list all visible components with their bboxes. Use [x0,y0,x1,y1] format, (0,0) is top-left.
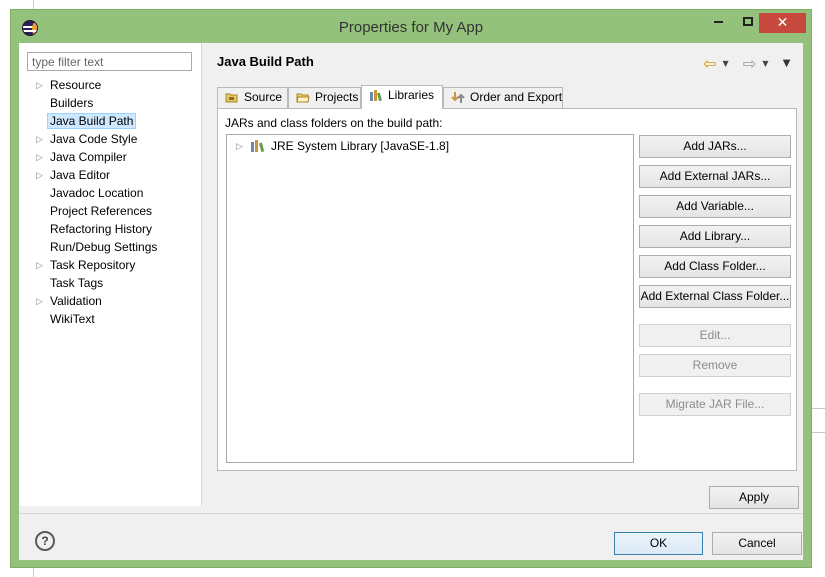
sidebar-item-label: Validation [50,294,102,308]
footer-divider [19,513,803,514]
tab-label: Source [244,90,283,104]
ok-button[interactable]: OK [614,532,703,555]
tab-label: Projects [315,90,359,104]
sidebar-item-label: Task Tags [50,276,104,290]
sidebar-item-refactoring-history[interactable]: Refactoring History [19,220,202,238]
expand-arrow-icon[interactable]: ▷ [36,148,46,166]
sidebar-item-project-references[interactable]: Project References [19,202,202,220]
remove-button[interactable]: Remove [639,354,791,377]
library-icon [251,140,265,152]
expand-arrow-icon[interactable]: ▷ [36,166,46,184]
close-button[interactable]: ✕ [759,13,806,33]
sidebar-item-label: Java Code Style [50,132,138,146]
order-export-icon [451,92,465,103]
sidebar-item-task-repository[interactable]: ▷ Task Repository [19,256,202,274]
expand-arrow-icon[interactable]: ▷ [36,256,46,274]
add-library-button[interactable]: Add Library... [639,225,791,248]
back-arrow-icon[interactable]: ⇦ [703,54,716,73]
sidebar-item-label: Java Build Path [47,113,137,129]
sidebar-item-java-editor[interactable]: ▷ Java Editor [19,166,202,184]
sidebar-item-label: Project References [50,204,153,218]
forward-dropdown-icon[interactable]: ▼ [762,59,768,68]
expand-arrow-icon[interactable]: ▷ [36,76,46,94]
page-navigation: ⇦ ▼ ⇨ ▼ ▼ [703,54,791,73]
maximize-button[interactable] [735,12,761,34]
page-title: Java Build Path [217,54,314,69]
sidebar-item-resource[interactable]: ▷ Resource [19,76,202,94]
sidebar-item-label: Run/Debug Settings [50,240,158,254]
maximize-icon [743,17,753,26]
libraries-icon [370,90,382,102]
view-menu-icon[interactable]: ▼ [783,58,791,69]
sidebar-item-label: WikiText [50,312,95,326]
sidebar-item-label: Javadoc Location [50,186,144,200]
tab-source[interactable]: Source [217,87,288,108]
sidebar-item-run-debug-settings[interactable]: Run/Debug Settings [19,238,202,256]
main-panel: Java Build Path ⇦ ▼ ⇨ ▼ ▼ Source Project… [203,43,803,509]
minimize-button[interactable] [705,12,731,34]
sidebar-item-java-code-style[interactable]: ▷ Java Code Style [19,130,202,148]
add-external-class-folder-button[interactable]: Add External Class Folder... [639,285,791,308]
sidebar-item-label: Refactoring History [50,222,153,236]
sidebar-item-label: Builders [50,96,94,110]
forward-arrow-icon[interactable]: ⇨ [743,54,756,73]
add-jars-button[interactable]: Add JARs... [639,135,791,158]
tab-projects[interactable]: Projects [288,87,361,108]
filter-input[interactable] [27,52,192,71]
preference-sidebar: ▷ResourceBuildersJava Build Path▷Java Co… [19,43,202,506]
sidebar-item-label: Resource [50,78,102,92]
properties-dialog: Properties for My App ✕ ▷ Resource Builder… [10,9,812,568]
sidebar-item-builders[interactable]: Builders [19,94,202,112]
expand-arrow-icon[interactable]: ▷ [36,130,46,148]
library-label: JRE System Library [JavaSE-1.8] [271,139,450,153]
background-window-edge [812,408,825,409]
sidebar-item-validation[interactable]: ▷ Validation [19,292,202,310]
migrate-jar-file-button[interactable]: Migrate JAR File... [639,393,791,416]
help-icon: ? [41,534,49,548]
sidebar-item-java-build-path[interactable]: Java Build Path [19,112,202,130]
tab-label: Libraries [388,88,435,102]
preference-tree: ▷ Resource Builders Java Build Path ▷ Java Co… [19,76,202,328]
edit-button[interactable]: Edit... [639,324,791,347]
background-window-edge [812,432,825,433]
build-path-label: JARs and class folders on the build path… [225,116,443,130]
projects-folder-icon [296,93,310,103]
sidebar-item-task-tags[interactable]: Task Tags [19,274,202,292]
minimize-icon [713,20,723,23]
add-variable-button[interactable]: Add Variable... [639,195,791,218]
expand-arrow-icon[interactable]: ▷ [236,137,243,155]
help-button[interactable]: ? [35,531,55,551]
sidebar-item-javadoc-location[interactable]: Javadoc Location [19,184,202,202]
tab-libraries[interactable]: Libraries [361,85,443,109]
window-title: Properties for My App [338,19,484,36]
add-external-jars-button[interactable]: Add External JARs... [639,165,791,188]
sidebar-item-wikitext[interactable]: WikiText [19,310,202,328]
cancel-button[interactable]: Cancel [712,532,802,555]
expand-arrow-icon[interactable]: ▷ [36,292,46,310]
tab-label: Order and Export [470,90,563,104]
sidebar-item-label: Java Editor [50,168,111,182]
sidebar-item-java-compiler[interactable]: ▷ Java Compiler [19,148,202,166]
title-bar[interactable]: Properties for My App ✕ [11,10,811,43]
tab-order-and-export[interactable]: Order and Export [443,87,563,108]
source-folder-icon [225,93,238,103]
apply-button[interactable]: Apply [709,486,799,509]
close-icon: ✕ [776,15,789,31]
add-class-folder-button[interactable]: Add Class Folder... [639,255,791,278]
back-dropdown-icon[interactable]: ▼ [723,59,729,68]
sidebar-item-label: Task Repository [50,258,136,272]
libraries-tab-panel: JARs and class folders on the build path… [217,108,797,471]
sidebar-item-label: Java Compiler [50,150,127,164]
dialog-body: ▷ResourceBuildersJava Build Path▷Java Co… [19,43,803,560]
library-list[interactable]: ▷ JRE System Library [JavaSE-1.8] [226,134,634,463]
